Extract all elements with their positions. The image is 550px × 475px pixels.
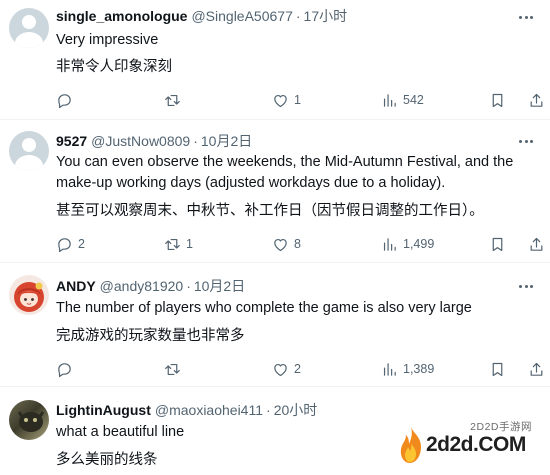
views-button[interactable]: 1,499 (381, 234, 434, 254)
retweet-icon (165, 363, 180, 375)
more-options-icon[interactable] (516, 132, 536, 150)
analytics-icon (383, 362, 396, 376)
display-name[interactable]: ANDY (56, 278, 96, 294)
view-count: 1,389 (403, 362, 435, 376)
view-count: 542 (403, 93, 424, 107)
display-name[interactable]: 9527 (56, 133, 87, 149)
heart-icon (274, 94, 287, 107)
reply-icon (58, 237, 71, 252)
bookmark-button[interactable] (489, 234, 506, 254)
retweet-icon (165, 238, 180, 250)
analytics-icon (383, 237, 396, 251)
retweet-button[interactable]: 1 (164, 234, 193, 254)
bookmark-icon (492, 93, 503, 107)
more-options-icon[interactable] (516, 277, 536, 295)
share-button[interactable] (528, 359, 545, 379)
separator: · (193, 133, 198, 149)
timestamp[interactable]: 17小时 (304, 8, 348, 24)
user-handle[interactable]: @SingleA50677 (191, 8, 292, 24)
tweet-text-en: You can even observe the weekends, the M… (56, 154, 514, 191)
display-name[interactable]: LightinAugust (56, 402, 151, 418)
retweet-button[interactable] (164, 359, 186, 379)
separator: · (266, 402, 271, 418)
view-count: 1,499 (403, 237, 435, 251)
like-button[interactable]: 2 (272, 359, 301, 379)
photo-avatar-icon (17, 411, 45, 432)
watermark-domain: 2d2d.COM (426, 433, 526, 456)
reply-icon (58, 93, 71, 108)
tweet-text-en: Very impressive (56, 32, 159, 48)
like-button[interactable]: 1 (272, 90, 301, 110)
tweet-3[interactable]: ANDY @andy81920 · 10月2日 The number of playe… (0, 263, 550, 387)
bookmark-button[interactable] (489, 359, 506, 379)
bookmark-icon (492, 362, 503, 376)
tweet-text-cn: 完成游戏的玩家数量也非常多 (56, 328, 245, 344)
share-icon (530, 362, 543, 376)
user-handle[interactable]: @maoxiaohei411 (155, 402, 263, 418)
reply-icon (58, 362, 71, 377)
like-count: 1 (294, 93, 301, 107)
user-handle[interactable]: @andy81920 (100, 278, 184, 294)
anime-avatar-icon (14, 282, 44, 312)
flame-logo-icon (400, 427, 421, 463)
tweet-text-cn: 非常令人印象深刻 (56, 59, 172, 75)
timestamp[interactable]: 10月2日 (201, 133, 252, 149)
analytics-icon (383, 93, 396, 107)
site-watermark: 2D2D手游网 2d2d.COM (396, 419, 546, 469)
tweet-text-en: The number of players who complete the g… (56, 300, 472, 316)
separator: · (295, 8, 301, 24)
heart-icon (274, 238, 287, 251)
reply-count: 2 (78, 237, 85, 251)
timestamp[interactable]: 20小时 (274, 402, 318, 418)
bookmark-button[interactable] (489, 90, 506, 110)
like-count: 2 (294, 362, 301, 376)
avatar[interactable] (9, 131, 49, 171)
reply-button[interactable] (56, 359, 78, 379)
retweet-count: 1 (186, 237, 193, 251)
share-button[interactable] (528, 90, 545, 110)
display-name[interactable]: single_amonologue (56, 8, 187, 24)
retweet-button[interactable] (164, 90, 186, 110)
share-icon (530, 93, 543, 107)
retweet-icon (165, 94, 180, 106)
separator: · (186, 278, 191, 294)
views-button[interactable]: 542 (381, 90, 424, 110)
reply-button[interactable] (56, 90, 78, 110)
avatar[interactable] (9, 275, 49, 315)
user-handle[interactable]: @JustNow0809 (91, 133, 190, 149)
timestamp[interactable]: 10月2日 (194, 278, 245, 294)
tweet-2[interactable]: 9527 @JustNow0809 · 10月2日 You can even obse… (0, 120, 550, 263)
heart-icon (274, 363, 287, 376)
avatar[interactable] (9, 400, 49, 440)
avatar[interactable] (9, 8, 49, 48)
like-button[interactable]: 8 (272, 234, 301, 254)
more-options-icon[interactable] (516, 8, 536, 26)
reply-button[interactable]: 2 (56, 234, 85, 254)
bookmark-icon (492, 237, 503, 251)
tweet-1[interactable]: single_amonologue @SingleA50677 · 17小时 Very… (0, 0, 550, 120)
views-button[interactable]: 1,389 (381, 359, 434, 379)
watermark-caption: 2D2D手游网 (470, 421, 532, 433)
like-count: 8 (294, 237, 301, 251)
share-button[interactable] (528, 234, 545, 254)
share-icon (530, 237, 543, 251)
tweet-text-cn: 甚至可以观察周末、中秋节、补工作日（因节假日调整的工作日）。 (56, 203, 484, 219)
